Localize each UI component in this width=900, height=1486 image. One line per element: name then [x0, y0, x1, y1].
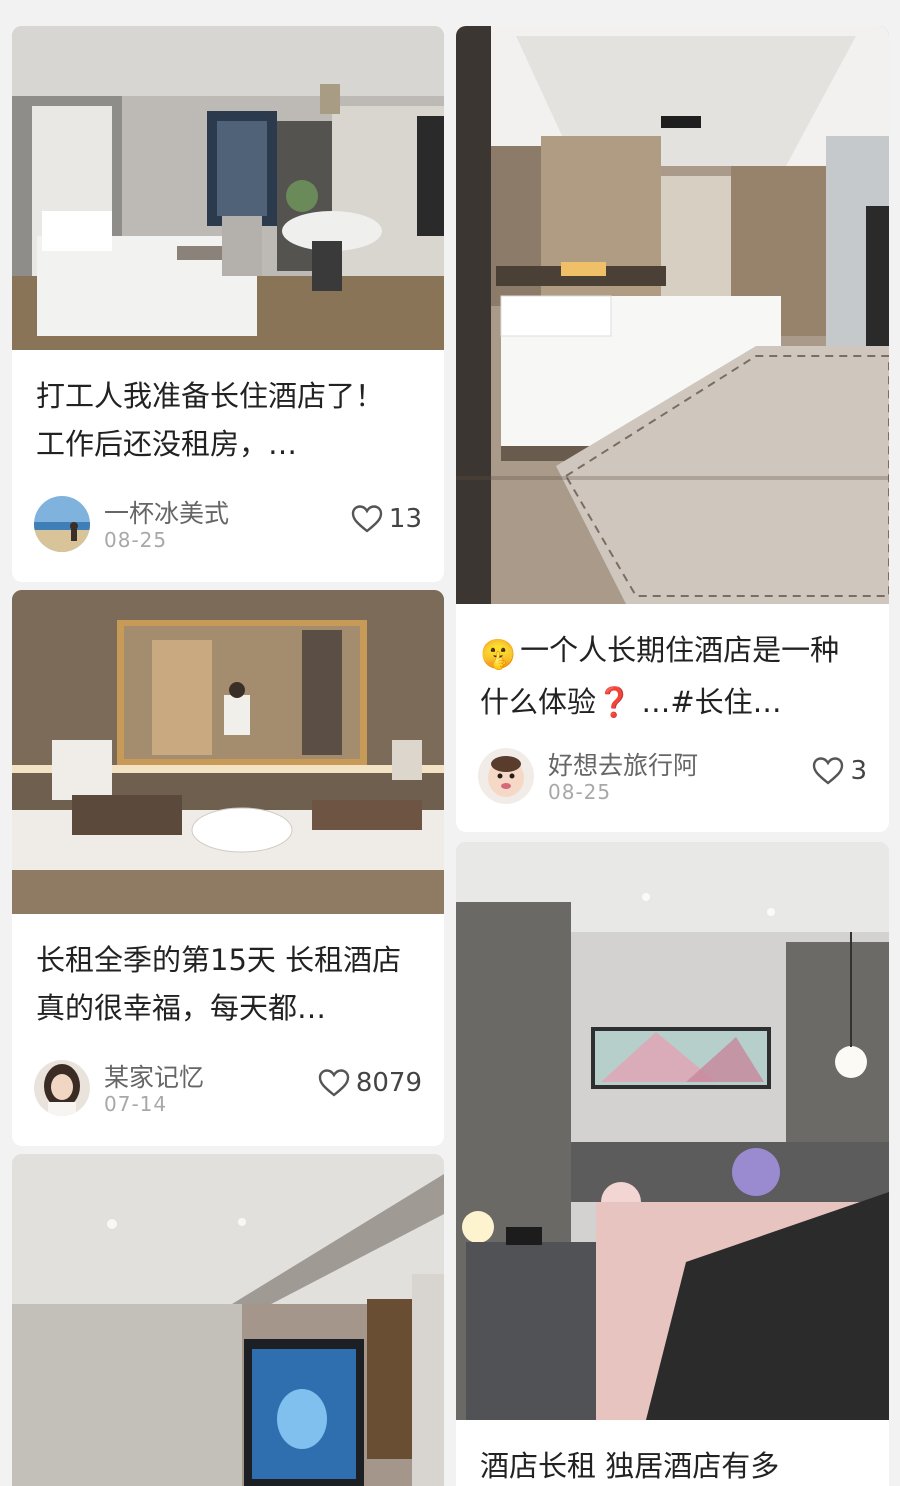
post-card[interactable]: 酒店长租 独居酒店有多: [456, 842, 889, 1486]
post-date: 07-14: [104, 1092, 168, 1116]
post-title[interactable]: 酒店长租 独居酒店有多: [480, 1442, 863, 1486]
baby-avatar[interactable]: [478, 748, 534, 804]
post-photo-hotel-room[interactable]: [12, 26, 444, 350]
post-feed: 打工人我准备长住酒店了！ 工作后还没租房，… 一杯冰美式 08-25 13 长租…: [0, 0, 900, 1486]
like-button[interactable]: 3: [812, 756, 867, 786]
post-title[interactable]: 打工人我准备长住酒店了！ 工作后还没租房，…: [36, 372, 418, 468]
post-photo-bedroom-plush[interactable]: [456, 842, 889, 1420]
post-photo-room-tv[interactable]: [12, 1154, 444, 1486]
beach-person-avatar[interactable]: [34, 496, 90, 552]
like-count: 13: [388, 504, 422, 534]
woman-avatar[interactable]: [34, 1060, 90, 1116]
heart-outline-icon: [318, 1069, 350, 1097]
post-card[interactable]: 🤫 一个人长期住酒店是一种什么体验❓ …#长住… 好想去旅行阿 08-25 3: [456, 26, 889, 832]
post-meta: 某家记忆 07-14 8079: [34, 1060, 422, 1116]
author-name[interactable]: 一杯冰美式: [104, 494, 229, 530]
post-title[interactable]: 🤫 一个人长期住酒店是一种什么体验❓ …#长住…: [480, 626, 863, 726]
post-title-text: 一个人长期住酒店是一种什么体验❓ …#长住…: [480, 633, 840, 719]
post-card[interactable]: 长租全季的第15天 长租酒店真的很幸福，每天都… 某家记忆 07-14 8079: [12, 590, 444, 1146]
like-count: 3: [850, 756, 867, 786]
like-button[interactable]: 8079: [318, 1068, 422, 1098]
post-card[interactable]: [12, 1154, 444, 1486]
post-meta: 一杯冰美式 08-25 13: [34, 496, 422, 552]
like-button[interactable]: 13: [351, 504, 422, 534]
post-photo-bathroom-vanity[interactable]: [12, 590, 444, 914]
shush-emoji-icon: 🤫: [480, 637, 517, 671]
like-count: 8079: [355, 1068, 422, 1098]
heart-outline-icon: [351, 505, 383, 533]
author-name[interactable]: 好想去旅行阿: [548, 746, 698, 782]
heart-outline-icon: [813, 757, 844, 785]
post-meta: 好想去旅行阿 08-25 3: [478, 748, 867, 804]
post-card[interactable]: 打工人我准备长住酒店了！ 工作后还没租房，… 一杯冰美式 08-25 13: [12, 26, 444, 582]
post-date: 08-25: [104, 528, 168, 552]
post-title[interactable]: 长租全季的第15天 长租酒店真的很幸福，每天都…: [36, 936, 418, 1032]
post-photo-hotel-suite[interactable]: [456, 26, 889, 604]
post-date: 08-25: [548, 780, 612, 804]
author-name[interactable]: 某家记忆: [104, 1058, 204, 1094]
